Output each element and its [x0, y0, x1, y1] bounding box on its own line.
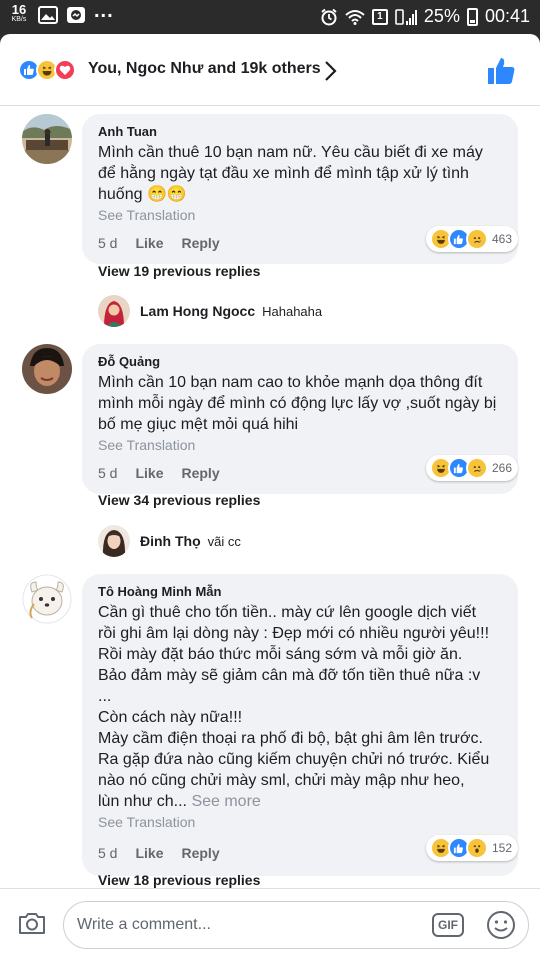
comment-text: Mình cần 10 bạn nam cao to khỏe mạnh dọa…	[98, 374, 497, 433]
comments-sheet: You, Ngoc Như and 19k others Anh Tuan Mì…	[0, 34, 540, 960]
avatar[interactable]	[22, 114, 72, 164]
comment-author[interactable]: Tô Hoàng Minh Mẫn	[98, 583, 502, 600]
avatar[interactable]	[22, 344, 72, 394]
network-speed: 16 KB/s	[8, 2, 30, 25]
comment-reactions[interactable]: 463	[425, 226, 518, 252]
network-speed-unit: KB/s	[11, 16, 27, 23]
comment-actions: 5 d Like Reply	[98, 465, 220, 481]
sad-icon	[465, 457, 488, 479]
reply-preview[interactable]: Lam Hong Ngocc Hahahaha	[98, 295, 322, 327]
reply-author[interactable]: Đinh Thọ	[140, 533, 201, 549]
gif-button[interactable]: GIF	[432, 913, 464, 937]
wifi-icon	[345, 9, 365, 25]
like-button[interactable]: Like	[135, 235, 163, 251]
comment-time: 5 d	[98, 465, 118, 481]
reply-preview[interactable]: Đinh Thọ vãi cc	[98, 525, 241, 557]
gallery-icon	[38, 6, 58, 24]
reply-text: Hahahaha	[262, 303, 323, 319]
reactions-summary-text[interactable]: You, Ngoc Như and 19k others	[88, 60, 321, 78]
status-bar: 16 KB/s ... 1 25% 00:41	[0, 0, 540, 34]
reaction-count: 463	[491, 232, 512, 246]
see-translation-link[interactable]: See Translation	[98, 813, 502, 831]
reply-button[interactable]: Reply	[181, 235, 219, 251]
reply-button[interactable]: Reply	[181, 465, 219, 481]
comment-line: lùn như ch... See more	[98, 791, 502, 812]
comment-actions: 5 d Like Reply	[98, 845, 220, 861]
messenger-icon	[67, 7, 85, 23]
sticker-icon[interactable]	[486, 910, 516, 940]
comment-author[interactable]: Đỗ Quảng	[98, 353, 502, 370]
comment-line: Cần gì thuê cho tốn tiền.. mày cứ lên go…	[98, 604, 477, 621]
like-button[interactable]: Like	[135, 465, 163, 481]
comment-line: Ra gặp đứa nào cũng kiếm chuyện chửi nó …	[98, 751, 490, 768]
see-translation-link[interactable]: See Translation	[98, 436, 502, 454]
reply-button[interactable]: Reply	[181, 845, 219, 861]
love-icon	[54, 59, 76, 81]
comment-line: nào nó cũng chửi mày sml, chửi mày mập n…	[98, 772, 465, 789]
clock: 00:41	[484, 6, 530, 26]
alarm-icon	[321, 8, 337, 25]
sad-icon	[465, 228, 488, 250]
reply-author[interactable]: Lam Hong Ngocc	[140, 303, 255, 319]
comment-bubble[interactable]: Tô Hoàng Minh Mẫn Cần gì thuê cho tốn ti…	[82, 574, 518, 876]
comment-reactions[interactable]: 266	[425, 455, 518, 481]
comment-time: 5 d	[98, 235, 118, 251]
avatar[interactable]	[22, 574, 72, 624]
comment-line: Rồi mày đặt báo thức mỗi sáng sớm và mỗi…	[98, 646, 463, 663]
comment-reactions[interactable]: 152	[425, 835, 518, 861]
comment-line: ...	[98, 688, 112, 705]
comment-time: 5 d	[98, 845, 118, 861]
camera-icon[interactable]	[18, 911, 46, 935]
battery-percent: 25%	[423, 6, 460, 26]
comment-actions: 5 d Like Reply	[98, 235, 220, 251]
like-post-icon[interactable]	[486, 56, 516, 86]
reactions-summary-bar[interactable]: You, Ngoc Như and 19k others	[0, 34, 540, 106]
reaction-count: 266	[491, 461, 512, 475]
view-previous-replies[interactable]: View 34 previous replies	[98, 492, 260, 508]
wow-icon	[465, 837, 488, 859]
signal-icon	[395, 8, 417, 25]
view-previous-replies[interactable]: View 18 previous replies	[98, 872, 260, 888]
avatar[interactable]	[98, 295, 130, 327]
comment-line: Bảo đảm mày sẽ giảm cân mà đỡ tốn tiền t…	[98, 667, 481, 684]
comment-text: Cần gì thuê cho tốn tiền.. mày cứ lên go…	[98, 602, 502, 812]
comment-last-line: lùn như ch...	[98, 793, 187, 810]
battery-icon	[466, 7, 478, 26]
reaction-icons	[18, 59, 76, 81]
sim-icon: 1	[371, 8, 388, 25]
comment-line: rồi ghi âm lại dòng này : Đẹp mới có nhi…	[98, 625, 490, 642]
chevron-right-icon[interactable]	[324, 60, 338, 82]
comment-input-placeholder: Write a comment...	[77, 916, 211, 933]
more-notifications: ...	[94, 0, 114, 22]
avatar[interactable]	[98, 525, 130, 557]
like-button[interactable]: Like	[135, 845, 163, 861]
comment-input[interactable]: Write a comment... GIF	[63, 901, 529, 949]
comment-text: Mình cần thuê 10 bạn nam nữ. Yêu cầu biế…	[98, 144, 483, 203]
comment-composer: Write a comment... GIF	[0, 888, 540, 960]
see-more-link[interactable]: See more	[191, 793, 260, 810]
view-previous-replies[interactable]: View 19 previous replies	[98, 263, 260, 279]
see-translation-link[interactable]: See Translation	[98, 206, 502, 224]
reply-text: vãi cc	[207, 533, 241, 549]
network-speed-value: 16	[11, 2, 27, 17]
reaction-count: 152	[491, 841, 512, 855]
comment-author[interactable]: Anh Tuan	[98, 123, 502, 140]
comment-line: Mày cầm điện thoại ra phố đi bộ, bật ghi…	[98, 730, 483, 747]
comment-line: Còn cách này nữa!!!	[98, 709, 243, 726]
